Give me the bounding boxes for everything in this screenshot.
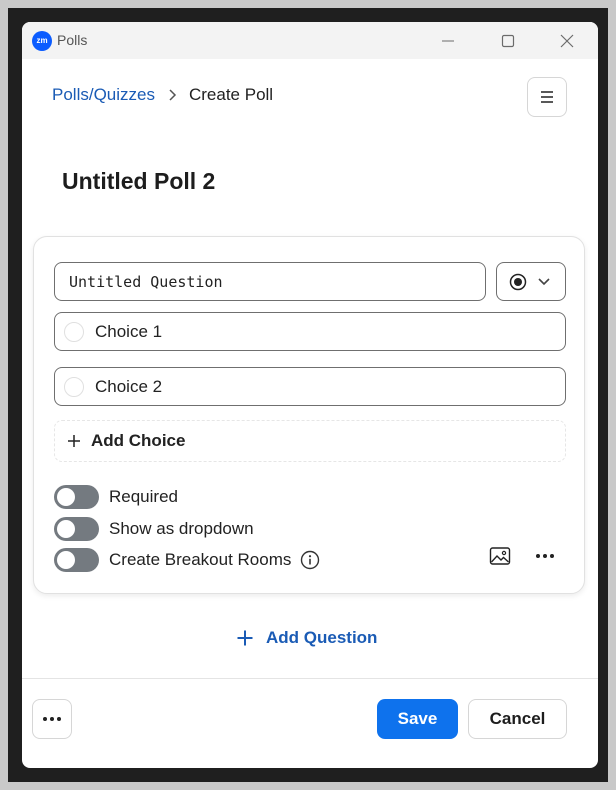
add-question-button[interactable]: Add Question <box>236 627 377 649</box>
poll-title[interactable]: Untitled Poll 2 <box>62 168 215 195</box>
breadcrumb-current: Create Poll <box>188 85 274 104</box>
more-horizontal-icon <box>43 717 61 721</box>
dropdown-toggle-row: Show as dropdown <box>54 517 254 541</box>
zoom-logo-icon: zm <box>32 31 52 51</box>
image-icon <box>489 547 511 565</box>
title-bar: zm Polls <box>22 22 598 59</box>
breadcrumb-polls-quizzes-link[interactable]: Polls/Quizzes <box>52 85 155 105</box>
required-toggle[interactable] <box>54 485 99 509</box>
polls-window: zm Polls Polls/Quizzes Create Poll Untit… <box>22 22 598 768</box>
question-type-select[interactable] <box>496 262 566 301</box>
footer-more-button[interactable] <box>32 699 72 739</box>
add-choice-label: Add Choice <box>91 431 186 450</box>
choice-label: Choice 1 <box>95 321 163 341</box>
plus-icon <box>68 435 80 447</box>
breakout-toggle-row: Create Breakout Rooms <box>54 548 320 572</box>
choice-label: Choice 2 <box>95 376 163 396</box>
add-choice-button[interactable]: Add Choice <box>54 420 566 462</box>
question-card: Choice 1 Choice 2 Add Choice Required Sh… <box>33 236 585 594</box>
question-input[interactable] <box>54 262 486 301</box>
window-title: Polls <box>57 32 88 48</box>
create-breakout-rooms-toggle[interactable] <box>54 548 99 572</box>
info-icon[interactable] <box>300 550 320 570</box>
show-as-dropdown-label: Show as dropdown <box>109 519 254 538</box>
show-as-dropdown-toggle[interactable] <box>54 517 99 541</box>
chevron-down-icon <box>538 277 550 285</box>
chevron-right-icon <box>167 88 177 102</box>
breadcrumb: Polls/Quizzes Create Poll <box>52 84 273 106</box>
menu-button[interactable] <box>527 77 567 117</box>
required-label: Required <box>109 487 178 506</box>
plus-icon <box>237 630 253 646</box>
footer-divider <box>22 678 598 679</box>
close-button[interactable] <box>539 22 595 59</box>
hamburger-menu-icon <box>541 91 553 103</box>
choice-radio[interactable] <box>64 321 84 342</box>
cancel-button[interactable]: Cancel <box>468 699 567 739</box>
toggle-knob <box>57 551 75 569</box>
choice-radio[interactable] <box>64 376 84 397</box>
create-breakout-rooms-label: Create Breakout Rooms <box>109 550 292 569</box>
add-image-button[interactable] <box>487 543 513 569</box>
radio-selected-icon <box>509 273 527 290</box>
choice-row[interactable]: Choice 1 <box>54 312 566 351</box>
question-more-button[interactable] <box>531 543 559 569</box>
minimize-icon <box>442 40 454 41</box>
minimize-button[interactable] <box>420 22 476 59</box>
more-horizontal-icon <box>536 554 554 558</box>
save-button[interactable]: Save <box>377 699 458 739</box>
add-question-label: Add Question <box>266 628 378 647</box>
toggle-knob <box>57 488 75 506</box>
close-icon <box>560 34 574 47</box>
choice-row[interactable]: Choice 2 <box>54 367 566 406</box>
maximize-icon <box>501 34 515 47</box>
toggle-knob <box>57 520 75 538</box>
required-toggle-row: Required <box>54 485 178 509</box>
maximize-button[interactable] <box>480 22 536 59</box>
